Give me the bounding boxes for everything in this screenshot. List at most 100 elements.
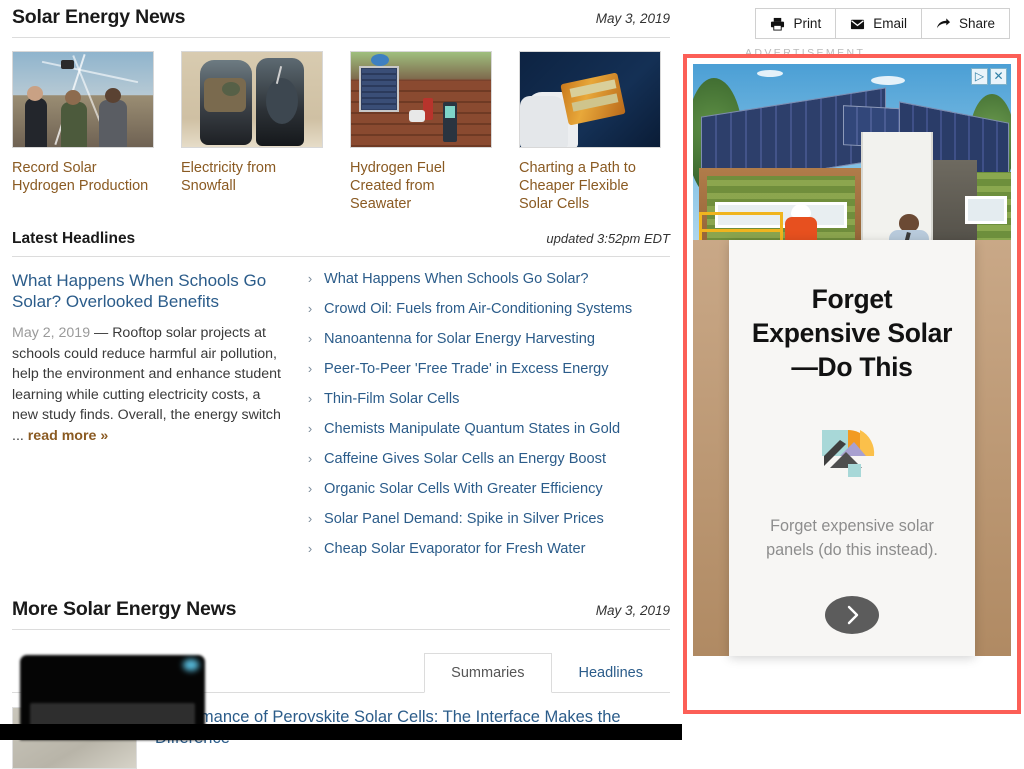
latest-headlines-columns: What Happens When Schools Go Solar? Over…: [12, 270, 670, 570]
headline-list: › What Happens When Schools Go Solar? › Cr…: [306, 270, 670, 558]
ad-close-icon[interactable]: ✕: [990, 68, 1007, 85]
chevron-right-icon: [847, 605, 859, 625]
more-news-title: More Solar Energy News: [12, 598, 237, 620]
article-action-toolbar: Print Email Share: [755, 8, 1010, 39]
more-news-tabs: Summaries Headlines: [424, 652, 671, 693]
chevron-right-icon: ›: [307, 301, 313, 316]
more-news-header: More Solar Energy News May 3, 2019: [12, 592, 670, 621]
ad-hero-image[interactable]: ▷ ✕: [693, 64, 1011, 264]
thumbnail-image-flexible-cell[interactable]: [519, 51, 661, 148]
ad-brand-logo: [816, 426, 888, 482]
tab-summaries[interactable]: Summaries: [424, 653, 552, 693]
latest-headlines-title: Latest Headlines: [12, 230, 136, 247]
ad-headline: Forget Expensive Solar —Do This: [751, 282, 953, 384]
share-button[interactable]: Share: [921, 9, 1009, 38]
featured-thumbnail-row: Record Solar Hydrogen Production Electri…: [12, 51, 670, 213]
ad-headline-line-3: —Do This: [791, 352, 913, 382]
headline-link[interactable]: Crowd Oil: Fuels from Air-Conditioning S…: [324, 300, 632, 318]
thumbnail-image-solar-dish[interactable]: [12, 51, 154, 148]
feature-article-dash: —: [94, 325, 109, 341]
chevron-right-icon: ›: [307, 481, 313, 496]
ad-logo-icon: [822, 430, 875, 477]
chevron-right-icon: ›: [307, 331, 313, 346]
print-button[interactable]: Print: [756, 9, 837, 38]
featured-item[interactable]: Hydrogen Fuel Created from Seawater: [350, 51, 492, 213]
feature-article-body: Rooftop solar projects at schools could …: [12, 325, 281, 444]
headline-link[interactable]: Organic Solar Cells With Greater Efficie…: [324, 480, 603, 498]
ad-background-bottom: [693, 656, 1011, 704]
list-item[interactable]: › Chemists Manipulate Quantum States in G…: [306, 420, 670, 438]
headline-link[interactable]: Nanoantenna for Solar Energy Harvesting: [324, 330, 595, 348]
ad-headline-line-1: Forget: [811, 284, 893, 314]
featured-item[interactable]: Charting a Path to Cheaper Flexible Sola…: [519, 51, 661, 213]
page-header: Solar Energy News May 3, 2019: [12, 0, 670, 29]
ad-background-right: [975, 240, 1011, 656]
chevron-right-icon: ›: [307, 271, 313, 286]
thumbnail-image-solar-panel-test[interactable]: [350, 51, 492, 148]
headline-link[interactable]: What Happens When Schools Go Solar?: [324, 270, 588, 288]
latest-headlines-header: Latest Headlines updated 3:52pm EDT: [12, 230, 670, 248]
featured-caption[interactable]: Record Solar Hydrogen Production: [12, 159, 154, 195]
advertisement-inner: ▷ ✕ Forget Expensive Solar —Do This Forg…: [693, 64, 1011, 704]
headline-link[interactable]: Thin-Film Solar Cells: [324, 390, 459, 408]
featured-caption[interactable]: Hydrogen Fuel Created from Seawater: [350, 159, 492, 213]
list-item[interactable]: › Thin-Film Solar Cells: [306, 390, 670, 408]
page-title: Solar Energy News: [12, 6, 186, 28]
more-news-divider: [12, 629, 670, 630]
read-more-link[interactable]: read more »: [28, 428, 108, 444]
ad-body-text: Forget expensive solar panels (do this i…: [766, 517, 938, 559]
latest-headlines-updated: updated 3:52pm EDT: [546, 231, 670, 246]
chevron-right-icon: ›: [307, 541, 313, 556]
featured-caption[interactable]: Electricity from Snowfall: [181, 159, 323, 195]
list-item[interactable]: › Solar Panel Demand: Spike in Silver Pri…: [306, 510, 670, 528]
device-glint: [183, 659, 199, 671]
headline-link[interactable]: Solar Panel Demand: Spike in Silver Pric…: [324, 510, 604, 528]
headline-list-column: › What Happens When Schools Go Solar? › Cr…: [306, 270, 670, 570]
ad-headline-line-2: Expensive Solar: [751, 318, 953, 348]
featured-caption[interactable]: Charting a Path to Cheaper Flexible Sola…: [519, 159, 661, 213]
list-item[interactable]: › What Happens When Schools Go Solar?: [306, 270, 670, 288]
printer-icon: [771, 17, 785, 31]
thumbnail-image-backpack[interactable]: [181, 51, 323, 148]
feature-article-title[interactable]: What Happens When Schools Go Solar? Over…: [12, 270, 284, 312]
list-item[interactable]: › Crowd Oil: Fuels from Air-Conditioning …: [306, 300, 670, 318]
chevron-right-icon: ›: [307, 511, 313, 526]
share-arrow-icon: [936, 17, 951, 28]
ad-cta-button[interactable]: [825, 596, 879, 634]
list-item[interactable]: › Cheap Solar Evaporator for Fresh Water: [306, 540, 670, 558]
ad-content-card[interactable]: Forget Expensive Solar —Do This Forget e…: [729, 240, 975, 656]
email-label: Email: [873, 16, 907, 31]
page-root: Solar Energy News May 3, 2019 Record Sol…: [0, 0, 1024, 769]
email-button[interactable]: Email: [836, 9, 922, 38]
headline-link[interactable]: Peer-To-Peer 'Free Trade' in Excess Ener…: [324, 360, 609, 378]
headline-link[interactable]: Chemists Manipulate Quantum States in Go…: [324, 420, 620, 438]
envelope-icon: [851, 19, 865, 29]
print-label: Print: [793, 16, 822, 31]
chevron-right-icon: ›: [307, 421, 313, 436]
chevron-right-icon: ›: [307, 451, 313, 466]
latest-headlines-divider: [12, 256, 670, 257]
chevron-right-icon: ›: [307, 391, 313, 406]
ad-background-left: [693, 240, 729, 656]
tab-headlines[interactable]: Headlines: [552, 653, 671, 693]
list-item[interactable]: › Caffeine Gives Solar Cells an Energy Bo…: [306, 450, 670, 468]
adchoices-info-icon[interactable]: ▷: [971, 68, 988, 85]
share-label: Share: [958, 16, 995, 31]
latest-headlines-section: Latest Headlines updated 3:52pm EDT What…: [12, 230, 670, 570]
headline-link[interactable]: Cheap Solar Evaporator for Fresh Water: [324, 540, 585, 558]
feature-article-summary: May 2, 2019 — Rooftop solar projects at …: [12, 323, 284, 446]
advertisement-panel[interactable]: ▷ ✕ Forget Expensive Solar —Do This Forg…: [683, 54, 1021, 714]
page-bottom-edge: [0, 724, 682, 740]
adchoices-controls: ▷ ✕: [971, 68, 1007, 85]
header-divider: [12, 37, 670, 38]
featured-item[interactable]: Electricity from Snowfall: [181, 51, 323, 213]
feature-article-date: May 2, 2019: [12, 325, 91, 341]
featured-item[interactable]: Record Solar Hydrogen Production: [12, 51, 154, 213]
main-content-column: Solar Energy News May 3, 2019 Record Sol…: [0, 0, 682, 769]
list-item[interactable]: › Peer-To-Peer 'Free Trade' in Excess Ene…: [306, 360, 670, 378]
list-item[interactable]: › Nanoantenna for Solar Energy Harvesting: [306, 330, 670, 348]
headline-link[interactable]: Caffeine Gives Solar Cells an Energy Boo…: [324, 450, 606, 468]
feature-article: What Happens When Schools Go Solar? Over…: [12, 270, 284, 570]
chevron-right-icon: ›: [307, 361, 313, 376]
list-item[interactable]: › Organic Solar Cells With Greater Effici…: [306, 480, 670, 498]
